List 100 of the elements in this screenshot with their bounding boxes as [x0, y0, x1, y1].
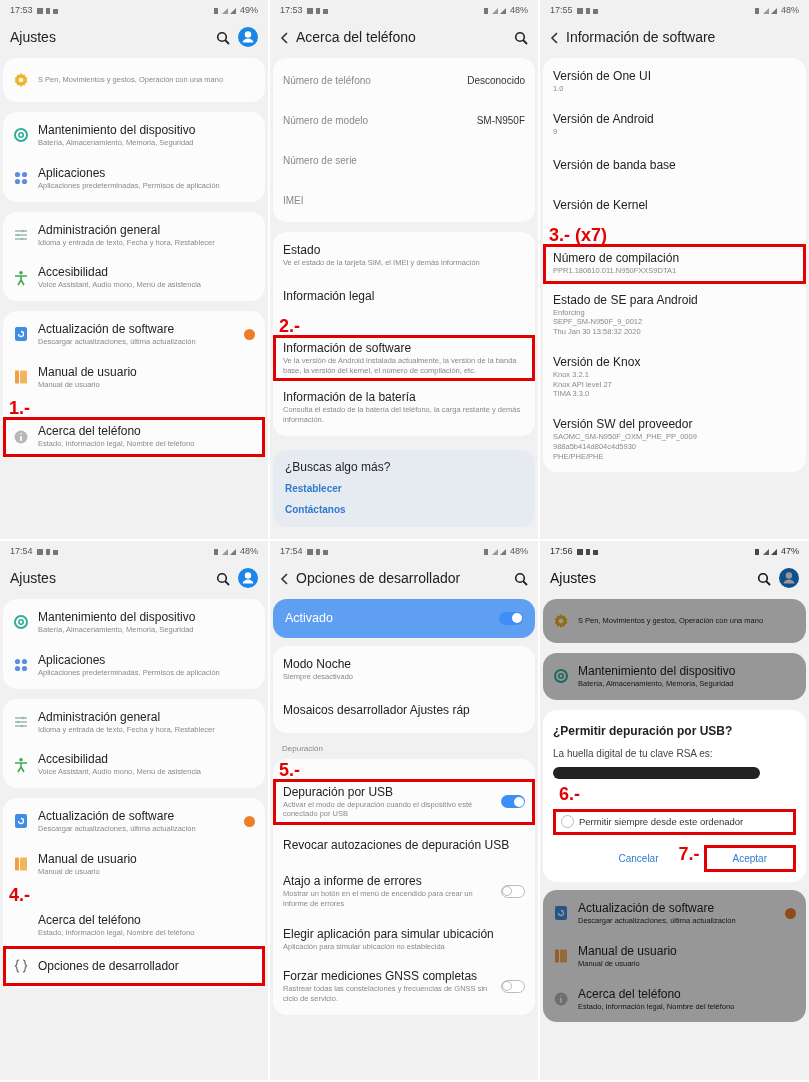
battery-level: 47% — [781, 545, 799, 559]
update-icon — [13, 326, 29, 343]
dialog-button[interactable]: Aceptar — [703, 845, 796, 872]
status-time: 17:54 — [280, 545, 303, 559]
toggle-switch[interactable] — [501, 980, 525, 993]
setting-title: Versión de Android — [553, 111, 655, 127]
setting-title: Información de software — [283, 340, 413, 356]
setting-title: Mosaicos desarrollador Ajustes ráp — [283, 703, 471, 718]
setting-title: Forzar mediciones GNSS completas — [283, 969, 479, 985]
search-icon — [514, 30, 528, 45]
signal-icons — [755, 7, 777, 15]
search-icon — [514, 571, 528, 586]
setting-title: Actualización de software — [38, 809, 176, 824]
signal-icons — [214, 548, 236, 556]
step-label: 1.- — [8, 398, 31, 417]
gear-icon — [13, 72, 29, 88]
step-label: 5.- — [278, 760, 301, 779]
status-time: 17:53 — [280, 4, 303, 18]
setting-title: Estado de SE para Android — [553, 292, 699, 308]
dialog-button[interactable]: Cancelar — [608, 847, 669, 870]
notification-icons — [306, 7, 331, 15]
toggle-switch[interactable] — [501, 884, 525, 898]
search-icon — [757, 571, 771, 586]
battery-level: 49% — [240, 4, 258, 18]
screen-title: Ajustes — [10, 27, 57, 47]
back-icon — [280, 572, 288, 585]
screen-title: Opciones de desarrollador — [296, 568, 462, 588]
update-icon — [553, 905, 569, 922]
accessibility-icon — [13, 756, 29, 773]
section-header: Depuración — [281, 742, 324, 755]
status-time: 17:53 — [10, 4, 33, 18]
signal-icons — [484, 548, 506, 556]
setting-title: Accesibilidad — [38, 265, 110, 281]
setting-title: Actualización de software — [578, 901, 716, 916]
setting-title: Manual de usuario — [578, 943, 678, 959]
battery-level: 48% — [510, 4, 528, 18]
setting-title: Atajo a informe de errores — [283, 874, 423, 889]
screen-title: Ajustes — [550, 568, 597, 588]
setting-title: Manual de usuario — [38, 364, 138, 380]
setting-title: Versión de banda base — [553, 158, 677, 173]
update-icon — [13, 813, 29, 830]
setting-title: Versión de Knox — [553, 354, 642, 370]
setting-title: Mantenimiento del dispositivo — [578, 664, 737, 679]
setting-title: Estado — [283, 243, 322, 258]
setting-title: Versión SW del proveedor — [553, 417, 694, 432]
maintenance-icon — [553, 668, 569, 685]
notification-icons — [306, 548, 331, 556]
screen-title: Información de software — [566, 27, 717, 47]
search-icon — [216, 571, 230, 586]
step-label: 2.- — [278, 316, 301, 335]
setting-title: Modo Noche — [283, 656, 353, 672]
setting-title: Depuración por USB — [283, 784, 395, 800]
info-icon — [553, 990, 569, 1007]
setting-title: Accesibilidad — [38, 752, 110, 768]
setting-title: Aplicaciones — [38, 652, 107, 668]
setting-title: Actualización de software — [38, 322, 176, 337]
signal-icons — [214, 7, 236, 15]
setting-title: Información de la batería — [283, 390, 417, 406]
info-icon — [13, 428, 29, 445]
step-label: 3.- (x7) — [548, 225, 609, 244]
screen-title: Acerca del teléfono — [296, 27, 417, 47]
notification-icons — [36, 7, 61, 15]
maintenance-icon — [13, 614, 29, 631]
dialog-message: La huella digital de tu clave RSA es: — [553, 746, 714, 761]
status-time: 17:55 — [550, 4, 573, 18]
maintenance-icon — [13, 127, 29, 144]
toggle-switch[interactable] — [499, 611, 523, 625]
search-icon — [216, 30, 230, 45]
book-icon — [13, 369, 29, 386]
setting-title: Revocar autozaciones de depuración USB — [283, 837, 511, 853]
info-value: Desconocido — [467, 73, 525, 88]
setting-title: Opciones de desarrollador — [38, 958, 180, 974]
status-time: 17:54 — [10, 545, 33, 559]
help-link[interactable]: Restablecer — [285, 480, 342, 496]
apps-icon — [13, 170, 29, 187]
setting-title: Número de compilación — [553, 251, 681, 267]
status-time: 17:56 — [550, 545, 573, 559]
notification-icons — [36, 548, 61, 556]
notification-icons — [576, 7, 601, 15]
setting-title: Aplicaciones — [38, 165, 107, 181]
book-icon — [553, 948, 569, 965]
info-label: Número de serie — [283, 153, 358, 168]
back-icon — [550, 31, 558, 44]
battery-level: 48% — [510, 545, 528, 559]
toggle-switch[interactable] — [501, 795, 525, 809]
book-icon — [13, 856, 29, 873]
info-value: SM-N950F — [476, 113, 525, 128]
step-label: 4.- — [8, 885, 31, 904]
battery-level: 48% — [240, 545, 258, 559]
setting-title: Acerca del teléfono — [38, 912, 142, 928]
battery-level: 48% — [781, 4, 799, 18]
setting-title: Acerca del teléfono — [578, 986, 682, 1002]
setting-title: Administración general — [38, 222, 162, 238]
signal-icons — [755, 548, 777, 556]
setting-title: Acerca del teléfono — [38, 424, 142, 440]
always-allow-checkbox[interactable]: Permitir siempre desde este ordenador — [553, 808, 796, 835]
info-label: Número de teléfono — [283, 73, 372, 88]
help-link[interactable]: Contáctanos — [285, 501, 346, 517]
setting-title: Administración general — [38, 709, 162, 725]
accessibility-icon — [13, 269, 29, 286]
